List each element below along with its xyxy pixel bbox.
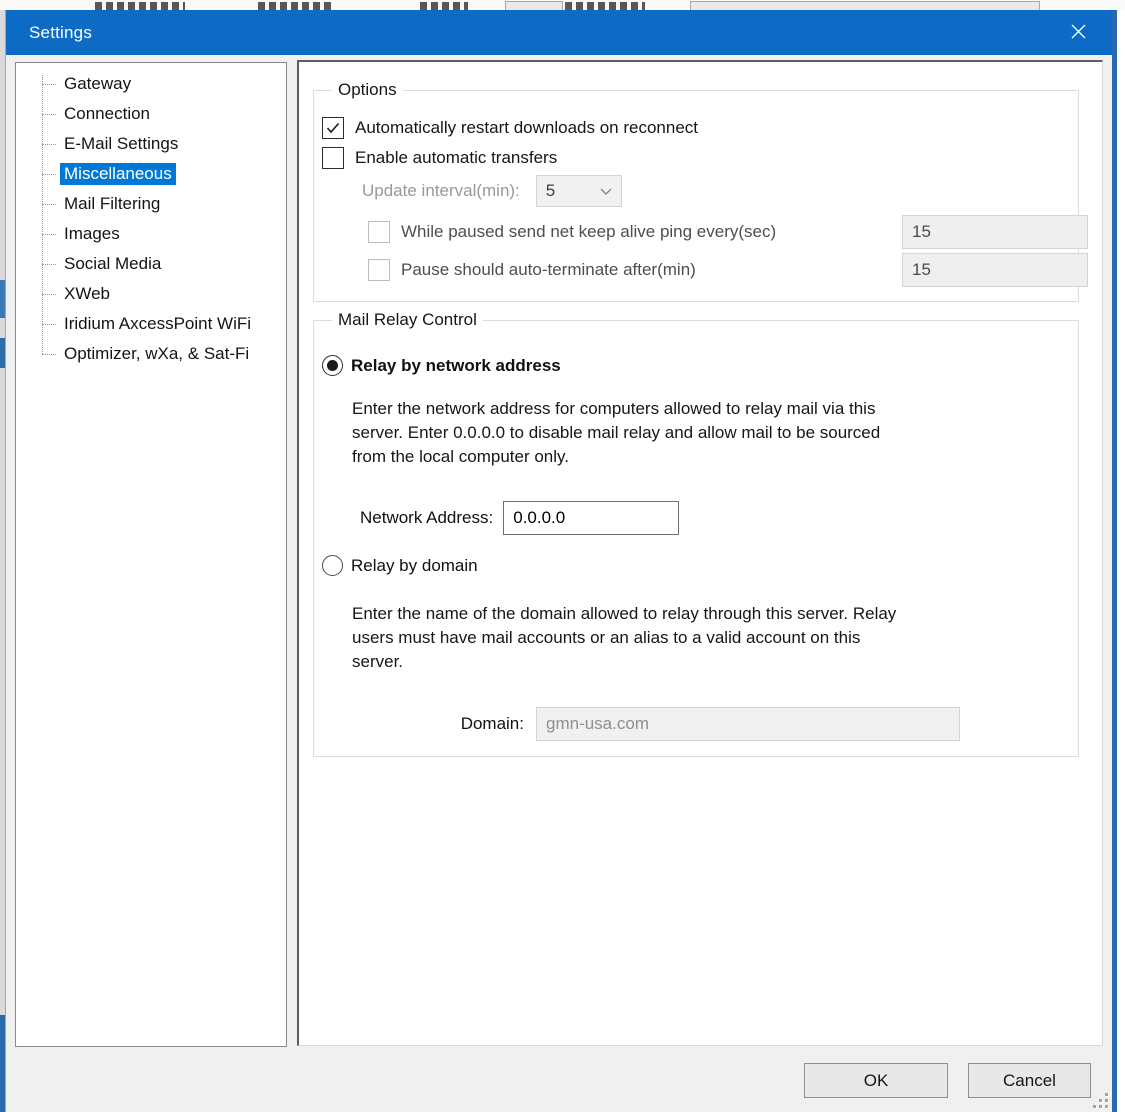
background-button-fragment xyxy=(690,1,1040,10)
restart-downloads-label: Automatically restart downloads on recon… xyxy=(355,118,699,137)
window-title: Settings xyxy=(29,22,93,42)
domain-row: Domain: xyxy=(352,707,960,741)
options-group-title: Options xyxy=(332,80,403,100)
sidebar-item-gateway[interactable]: Gateway xyxy=(16,69,286,99)
network-address-row: Network Address: xyxy=(360,501,680,535)
background-text-fragment xyxy=(258,2,334,10)
network-address-field[interactable] xyxy=(503,501,680,535)
background-button-fragment xyxy=(505,1,563,10)
sidebar-item-xweb[interactable]: XWeb xyxy=(16,279,286,309)
relay-by-network-radio[interactable] xyxy=(322,355,343,376)
sidebar-item-iridium-axcesspoint-wifi[interactable]: Iridium AxcessPoint WiFi xyxy=(16,309,286,339)
sidebar-item-images[interactable]: Images xyxy=(16,219,286,249)
restart-downloads-checkbox[interactable] xyxy=(322,117,344,139)
auto-transfers-label: Enable automatic transfers xyxy=(355,148,558,167)
relay-by-domain-label: Relay by domain xyxy=(351,555,478,575)
sidebar-item-mail-filtering[interactable]: Mail Filtering xyxy=(16,189,286,219)
close-button[interactable] xyxy=(1058,13,1098,53)
sidebar-item-email-settings[interactable]: E-Mail Settings xyxy=(16,129,286,159)
auto-terminate-checkbox xyxy=(368,259,390,281)
background-text-fragment xyxy=(95,2,185,10)
auto-transfers-checkbox[interactable] xyxy=(322,147,344,169)
relay-by-domain-radio[interactable] xyxy=(322,555,343,576)
update-interval-row: Update interval(min): 5 xyxy=(362,175,622,207)
main-panel: Options Automatically restart downloads … xyxy=(297,60,1103,1046)
sidebar-item-miscellaneous[interactable]: Miscellaneous xyxy=(16,159,286,189)
mail-relay-group-title: Mail Relay Control xyxy=(332,310,483,330)
close-icon xyxy=(1071,24,1086,42)
auto-transfers-row: Enable automatic transfers xyxy=(322,147,557,169)
screen: Settings Gateway Connection E-Mail Setti… xyxy=(0,0,1125,1112)
network-help-text: Enter the network address for computers … xyxy=(352,399,881,466)
options-group: Options Automatically restart downloads … xyxy=(313,80,1088,302)
network-address-label: Network Address: xyxy=(360,508,494,527)
settings-dialog: Settings Gateway Connection E-Mail Setti… xyxy=(5,10,1117,1112)
restart-downloads-row: Automatically restart downloads on recon… xyxy=(322,117,698,139)
mail-relay-group: Mail Relay Control Relay by network addr… xyxy=(313,310,1079,757)
chevron-down-icon xyxy=(600,182,612,200)
ok-button[interactable]: OK xyxy=(804,1063,948,1098)
dialog-body: Gateway Connection E-Mail Settings Misce… xyxy=(6,55,1112,1112)
auto-terminate-label: Pause should auto-terminate after(min) xyxy=(401,260,696,279)
titlebar[interactable]: Settings xyxy=(6,10,1112,55)
relay-by-network-row: Relay by network address xyxy=(322,355,561,376)
domain-field xyxy=(536,707,960,741)
sidebar-item-social-media[interactable]: Social Media xyxy=(16,249,286,279)
background-window-right-sliver xyxy=(1117,10,1125,1112)
background-text-fragment xyxy=(565,2,645,10)
sidebar-item-optimizer-wxa-satfi[interactable]: Optimizer, wXa, & Sat-Fi xyxy=(16,339,286,369)
cancel-button[interactable]: Cancel xyxy=(968,1063,1091,1098)
keep-alive-checkbox xyxy=(368,221,390,243)
keep-alive-label: While paused send net keep alive ping ev… xyxy=(401,222,777,241)
auto-terminate-row: Pause should auto-terminate after(min) xyxy=(368,259,696,281)
domain-label: Domain: xyxy=(460,714,524,733)
background-window-top-fragment xyxy=(0,0,1125,10)
keep-alive-row: While paused send net keep alive ping ev… xyxy=(368,221,776,243)
relay-by-network-label: Relay by network address xyxy=(351,355,561,375)
relay-by-domain-row: Relay by domain xyxy=(322,555,478,576)
auto-terminate-minutes-field xyxy=(902,253,1088,287)
update-interval-value: 5 xyxy=(545,181,556,200)
resize-grip-icon[interactable] xyxy=(1093,1093,1109,1109)
update-interval-dropdown: 5 xyxy=(535,175,622,207)
background-text-fragment xyxy=(420,2,468,10)
settings-nav-list: Gateway Connection E-Mail Settings Misce… xyxy=(15,62,287,1047)
update-interval-label: Update interval(min): xyxy=(362,181,520,200)
keep-alive-seconds-field xyxy=(902,215,1088,249)
domain-help-text: Enter the name of the domain allowed to … xyxy=(352,604,897,671)
checkmark-icon xyxy=(326,122,340,134)
sidebar-item-connection[interactable]: Connection xyxy=(16,99,286,129)
